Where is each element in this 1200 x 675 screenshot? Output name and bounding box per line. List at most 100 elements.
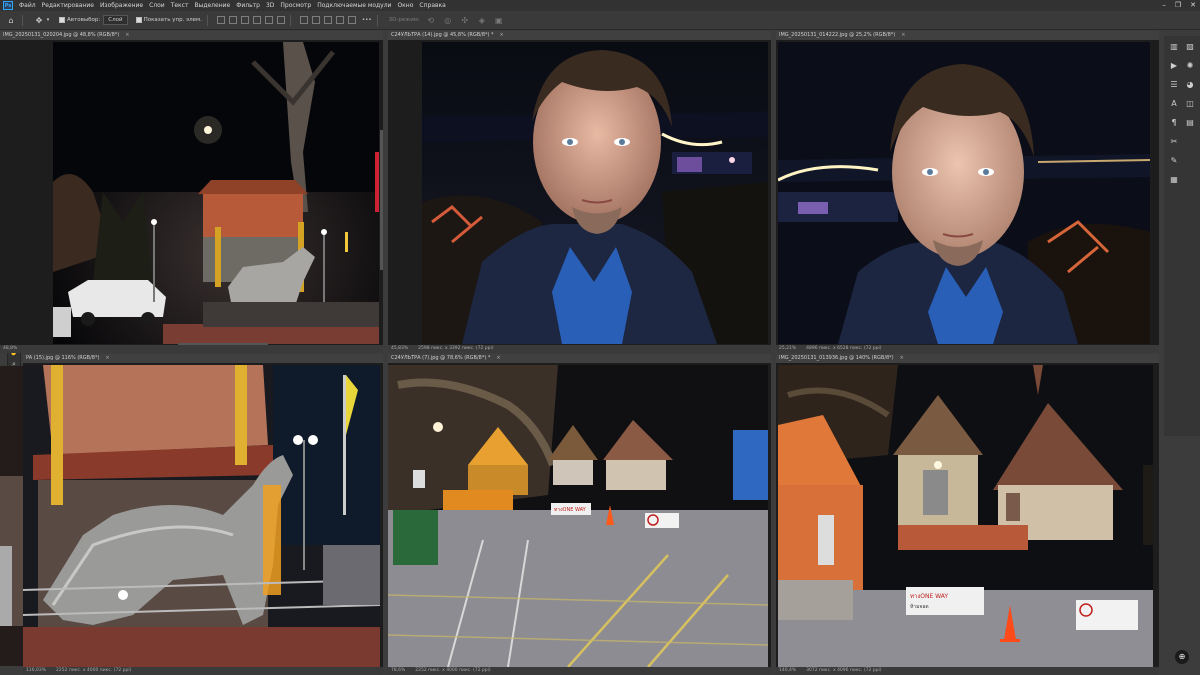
autoselect-checkbox[interactable]: [59, 17, 65, 23]
document-window-3[interactable]: IMG_20250131_014222.jpg @ 25,2% (RGB/8*)…: [776, 31, 1159, 353]
zoom-level[interactable]: 78,6%: [391, 668, 405, 673]
scrollbar-vertical[interactable]: [380, 130, 383, 270]
options-bar: ⌂ ✥ ▾ Автовыбор: Слой Показать упр. элем…: [0, 11, 1200, 30]
document-size: 2598 пикс. x 3392 пикс. (72 ppi): [418, 346, 494, 351]
menu-image[interactable]: Изображение: [97, 2, 146, 9]
zoom-level[interactable]: 140,4%: [779, 668, 796, 673]
photo-plaza-night: ทางONE WAY: [388, 365, 768, 667]
status-bar: 116,03% 2252 пикс. x 4000 пикс. (72 ppi): [23, 667, 383, 675]
align-right-icon[interactable]: [240, 16, 249, 24]
document-canvas[interactable]: [23, 363, 383, 667]
menu-file[interactable]: Файл: [16, 2, 39, 9]
discover-help-icon[interactable]: ⊕: [1175, 650, 1189, 664]
document-size: 2252 пикс. x 4000 пикс. (72 ppi): [56, 668, 132, 673]
align-center-icon[interactable]: [228, 16, 237, 24]
show-controls-checkbox[interactable]: [135, 17, 142, 23]
minimize-button[interactable]: –: [1162, 0, 1166, 11]
zoom-level[interactable]: 116,03%: [26, 668, 46, 673]
close-tab-icon[interactable]: ×: [901, 32, 905, 38]
distribute-top-icon[interactable]: [335, 16, 344, 24]
document-window-2[interactable]: С24УЛЬТРА (14).jpg @ 45,8% (RGB/8*) * ×: [388, 31, 771, 353]
history-panel-icon[interactable]: ▥: [1167, 39, 1181, 53]
photoshop-logo-icon[interactable]: Ps: [3, 1, 13, 10]
menu-layers[interactable]: Слои: [146, 2, 168, 9]
show-controls-label: Показать упр. элем.: [143, 17, 202, 23]
status-bar: 45,83% 2598 пикс. x 3392 пикс. (72 ppi): [388, 345, 771, 353]
menu-edit[interactable]: Редактирование: [39, 2, 97, 9]
distribute-center-icon[interactable]: [311, 16, 320, 24]
document-canvas[interactable]: [388, 40, 771, 345]
close-tab-icon[interactable]: ×: [125, 32, 129, 38]
adjustments-panel-icon[interactable]: ✺: [1183, 58, 1197, 72]
status-bar: 25,21% 4896 пикс. x 6528 пикс. (72 ppi): [776, 345, 1159, 353]
chevron-down-icon[interactable]: ▾: [45, 14, 51, 26]
document-tab-1[interactable]: IMG_20250131_020204.jpg @ 48,8% (RGB/8*)…: [0, 31, 383, 40]
close-window-button[interactable]: ✕: [1190, 0, 1196, 11]
distribute-right-icon[interactable]: [323, 16, 332, 24]
close-tab-icon[interactable]: ×: [496, 355, 500, 361]
more-options-button[interactable]: •••: [362, 17, 372, 23]
menu-3d[interactable]: 3D: [263, 2, 277, 9]
align-bottom-icon[interactable]: [276, 16, 285, 24]
camera-3d-icon[interactable]: ▣: [493, 14, 505, 26]
home-icon[interactable]: ⌂: [5, 14, 17, 26]
close-tab-icon[interactable]: ×: [900, 355, 904, 361]
channels-panel-icon[interactable]: ◫: [1183, 96, 1197, 110]
brushes-panel-icon[interactable]: ✎: [1167, 153, 1181, 167]
menu-help[interactable]: Справка: [416, 2, 448, 9]
document-canvas[interactable]: [776, 40, 1159, 345]
autoselect-select[interactable]: Слой: [103, 15, 128, 25]
document-canvas[interactable]: [0, 40, 383, 345]
pan-3d-icon[interactable]: ✣: [459, 14, 471, 26]
document-window-1[interactable]: IMG_20250131_020204.jpg @ 48,8% (RGB/8*)…: [0, 31, 383, 353]
zoom-level[interactable]: 25,21%: [779, 346, 796, 351]
document-tab-5[interactable]: С24УЛЬТРА (7).jpg @ 78,6% (RGB/8*) * ×: [388, 354, 771, 363]
status-bar: 48,8%: [0, 345, 383, 353]
distribute-bottom-icon[interactable]: [347, 16, 356, 24]
document-window-4[interactable]: PA (15).jpg @ 116% (RGB/8*) × 116,03% 22…: [23, 354, 383, 675]
tool-presets-icon[interactable]: ✂: [1167, 134, 1181, 148]
zoom-level[interactable]: 45,83%: [391, 346, 408, 351]
document-canvas[interactable]: ทางONE WAY ห้ามจอด: [776, 363, 1159, 667]
align-top-icon[interactable]: [252, 16, 261, 24]
document-tab-3[interactable]: IMG_20250131_014222.jpg @ 25,2% (RGB/8*)…: [776, 31, 1159, 40]
close-tab-icon[interactable]: ×: [105, 355, 109, 361]
document-tab-title: С24УЛЬТРА (14).jpg @ 45,8% (RGB/8*) *: [391, 32, 494, 38]
layer-comps-icon[interactable]: ▦: [1167, 172, 1181, 186]
menu-bar: Ps Файл Редактирование Изображение Слои …: [0, 0, 1200, 11]
character-panel-icon[interactable]: A: [1167, 96, 1181, 110]
divider: [289, 14, 291, 26]
divider: [206, 14, 208, 26]
color-panel-icon[interactable]: ▨: [1183, 39, 1197, 53]
orbit-3d-icon[interactable]: ⟲: [425, 14, 437, 26]
document-tab-2[interactable]: С24УЛЬТРА (14).jpg @ 45,8% (RGB/8*) * ×: [388, 31, 771, 40]
document-tab-4[interactable]: PA (15).jpg @ 116% (RGB/8*) ×: [23, 354, 383, 363]
zoom-level[interactable]: 48,8%: [3, 346, 17, 351]
menu-window[interactable]: Окно: [394, 2, 416, 9]
paths-panel-icon[interactable]: ▤: [1183, 115, 1197, 129]
paragraph-panel-icon[interactable]: ¶: [1167, 115, 1181, 129]
document-window-5[interactable]: С24УЛЬТРА (7).jpg @ 78,6% (RGB/8*) * × ท…: [388, 354, 771, 675]
roll-3d-icon[interactable]: ◎: [442, 14, 454, 26]
document-canvas[interactable]: ทางONE WAY: [388, 363, 771, 667]
menu-view[interactable]: Просмотр: [277, 2, 314, 9]
close-tab-icon[interactable]: ×: [500, 32, 504, 38]
properties-panel-icon[interactable]: ☰: [1167, 77, 1181, 91]
document-window-6[interactable]: IMG_20250131_013936.jpg @ 140% (RGB/8*) ×: [776, 354, 1159, 675]
actions-panel-icon[interactable]: ▶: [1167, 58, 1181, 72]
document-tab-6[interactable]: IMG_20250131_013936.jpg @ 140% (RGB/8*) ×: [776, 354, 1159, 363]
move-tool-icon[interactable]: ✥: [33, 14, 45, 26]
slide-3d-icon[interactable]: ◈: [476, 14, 488, 26]
document-tab-title: С24УЛЬТРА (7).jpg @ 78,6% (RGB/8*) *: [391, 355, 491, 361]
restore-button[interactable]: ❐: [1175, 0, 1181, 11]
photo-edge-strip: [0, 366, 23, 666]
layers-panel-icon[interactable]: ◕: [1183, 77, 1197, 91]
distribute-left-icon[interactable]: [299, 16, 308, 24]
menu-type[interactable]: Текст: [168, 2, 192, 9]
align-left-icon[interactable]: [216, 16, 225, 24]
document-size: 2252 пикс. x 4000 пикс. (72 ppi): [415, 668, 491, 673]
menu-plugins[interactable]: Подключаемые модули: [314, 2, 394, 9]
align-middle-icon[interactable]: [264, 16, 273, 24]
menu-filter[interactable]: Фильтр: [233, 2, 263, 9]
menu-select[interactable]: Выделение: [191, 2, 233, 9]
